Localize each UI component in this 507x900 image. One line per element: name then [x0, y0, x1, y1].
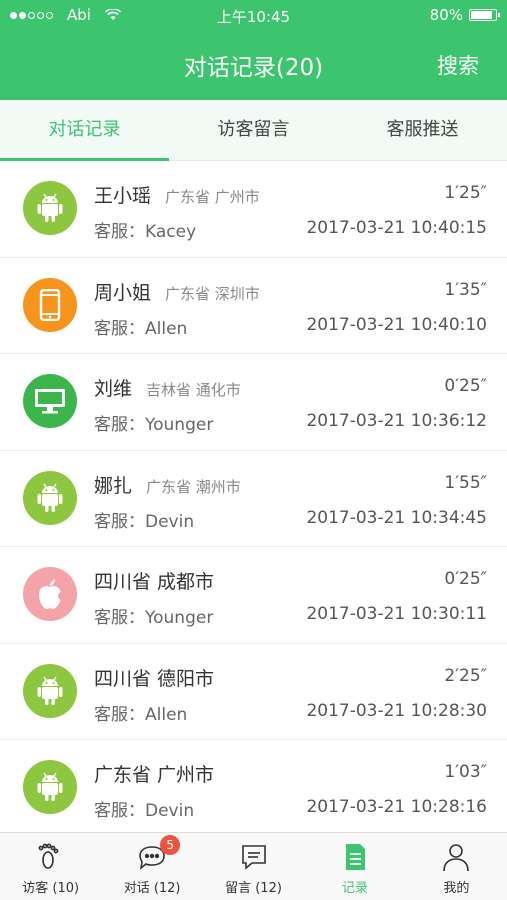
visitor-info: 广东省 广州市	[94, 760, 214, 787]
visitor-info: 娜扎 广东省 潮州市	[94, 471, 241, 498]
visitor-region: 广东省 深圳市	[165, 284, 260, 303]
battery-percentage: 80%	[429, 6, 463, 24]
app-header: Abi 上午10:45 80% 对话记录(20) 搜索	[0, 0, 507, 100]
footprint-icon	[35, 841, 67, 873]
visitor-name: 广东省 广州市	[94, 764, 215, 786]
search-button[interactable]: 搜索	[437, 50, 479, 80]
agent-name: 客服：Kacey	[94, 222, 197, 242]
user-icon	[440, 841, 472, 873]
conversation-duration: 0′25″	[444, 569, 487, 589]
unread-badge: 5	[160, 835, 181, 855]
bottom-nav-item[interactable]: 我的	[406, 833, 507, 900]
visitor-info: 四川省 成都市	[94, 567, 214, 594]
conversation-datetime: 2017-03-21 10:40:15	[306, 218, 487, 238]
battery-icon	[469, 9, 500, 21]
android-device-icon	[23, 760, 77, 814]
conversation-row[interactable]: 刘维 吉林省 通化市 0′25″ 客服：Younger 2017-03-21 1…	[0, 354, 507, 451]
visitor-info: 王小瑶 广东省 广州市	[94, 181, 260, 208]
agent-name: 客服：Allen	[94, 704, 188, 725]
tab-bar: 对话记录 访客留言 客服推送	[0, 100, 507, 161]
agent-name: 客服：Devin	[94, 511, 195, 532]
visitor-info: 四川省 德阳市	[94, 664, 214, 691]
conversation-row[interactable]: 四川省 德阳市 2′25″ 客服：Allen 2017-03-21 10:28:…	[0, 643, 507, 740]
conversation-row[interactable]: 周小姐 广东省 深圳市 1′35″ 客服：Allen 2017-03-21 10…	[0, 257, 507, 354]
conversation-row[interactable]: 王小瑶 广东省 广州市 1′25″ 客服：Kacey 2017-03-21 10…	[0, 161, 507, 258]
android-device-icon	[23, 470, 77, 525]
apple-device-icon	[23, 567, 77, 621]
conversation-datetime: 2017-03-21 10:30:11	[306, 604, 487, 624]
page-title: 对话记录(20)	[183, 55, 324, 81]
visitor-name: 王小瑶	[94, 185, 152, 207]
agent-name: 客服：Devin	[94, 801, 195, 821]
visitor-name: 娜扎	[94, 474, 133, 497]
bottom-nav-item[interactable]: 5 对话 (12)	[101, 833, 202, 900]
tab-conversation-records[interactable]: 对话记录	[0, 100, 169, 161]
tab-visitor-messages[interactable]: 访客留言	[169, 100, 338, 160]
conversation-list: 王小瑶 广东省 广州市 1′25″ 客服：Kacey 2017-03-21 10…	[0, 161, 507, 837]
visitor-name: 周小姐	[94, 281, 152, 304]
conversation-duration: 2′25″	[444, 665, 487, 686]
status-bar: Abi 上午10:45 80%	[0, 0, 507, 32]
bottom-nav: 访客 (10) 5 对话 (12) 留言 (12) 记录 我的	[0, 832, 507, 900]
conversation-row[interactable]: 娜扎 广东省 潮州市 1′55″ 客服：Devin 2017-03-21 10:…	[0, 450, 507, 547]
visitor-name: 四川省 德阳市	[94, 667, 215, 690]
bottom-nav-label: 记录	[341, 881, 368, 896]
agent-name: 客服：Younger	[94, 415, 214, 435]
bottom-nav-label: 访客 (10)	[22, 881, 80, 896]
tab-agent-push[interactable]: 客服推送	[338, 100, 507, 160]
agent-name: 客服：Allen	[94, 318, 188, 339]
visitor-info: 周小姐 广东省 深圳市	[94, 278, 260, 305]
conversation-datetime: 2017-03-21 10:36:12	[306, 411, 487, 431]
bottom-nav-item[interactable]: 记录	[304, 833, 405, 900]
record-doc-icon	[339, 841, 371, 873]
conversation-datetime: 2017-03-21 10:34:45	[306, 507, 487, 528]
desktop-device-icon	[23, 374, 77, 428]
agent-name: 客服：Younger	[94, 608, 214, 628]
bottom-nav-item[interactable]: 留言 (12)	[203, 833, 304, 900]
conversation-duration: 1′35″	[444, 279, 487, 300]
visitor-region: 广东省 潮州市	[146, 477, 241, 496]
conversation-row[interactable]: 广东省 广州市 1′03″ 客服：Devin 2017-03-21 10:28:…	[0, 740, 507, 837]
visitor-info: 刘维 吉林省 通化市	[94, 374, 241, 401]
phone-device-icon	[23, 277, 77, 332]
visitor-region: 吉林省 通化市	[146, 381, 241, 399]
conversation-datetime: 2017-03-21 10:28:30	[306, 700, 487, 721]
visitor-name: 刘维	[94, 378, 133, 400]
conversation-duration: 1′55″	[444, 472, 487, 493]
bottom-nav-item[interactable]: 访客 (10)	[0, 833, 101, 900]
visitor-name: 四川省 成都市	[94, 571, 215, 593]
bottom-nav-label: 留言 (12)	[225, 881, 282, 896]
visitor-region: 广东省 广州市	[165, 188, 260, 206]
battery-fill	[471, 11, 492, 19]
conversation-row[interactable]: 四川省 成都市 0′25″ 客服：Younger 2017-03-21 10:3…	[0, 547, 507, 644]
bottom-nav-label: 我的	[443, 881, 470, 896]
status-right: 80%	[429, 6, 500, 24]
conversation-duration: 0′25″	[444, 376, 487, 396]
message-icon	[238, 841, 270, 873]
bottom-nav-label: 对话 (12)	[123, 881, 181, 896]
conversation-duration: 1′03″	[444, 762, 487, 782]
conversation-duration: 1′25″	[444, 183, 487, 203]
android-device-icon	[23, 663, 77, 718]
conversation-datetime: 2017-03-21 10:40:10	[306, 314, 487, 335]
conversation-datetime: 2017-03-21 10:28:16	[306, 797, 487, 817]
android-device-icon	[23, 181, 77, 235]
